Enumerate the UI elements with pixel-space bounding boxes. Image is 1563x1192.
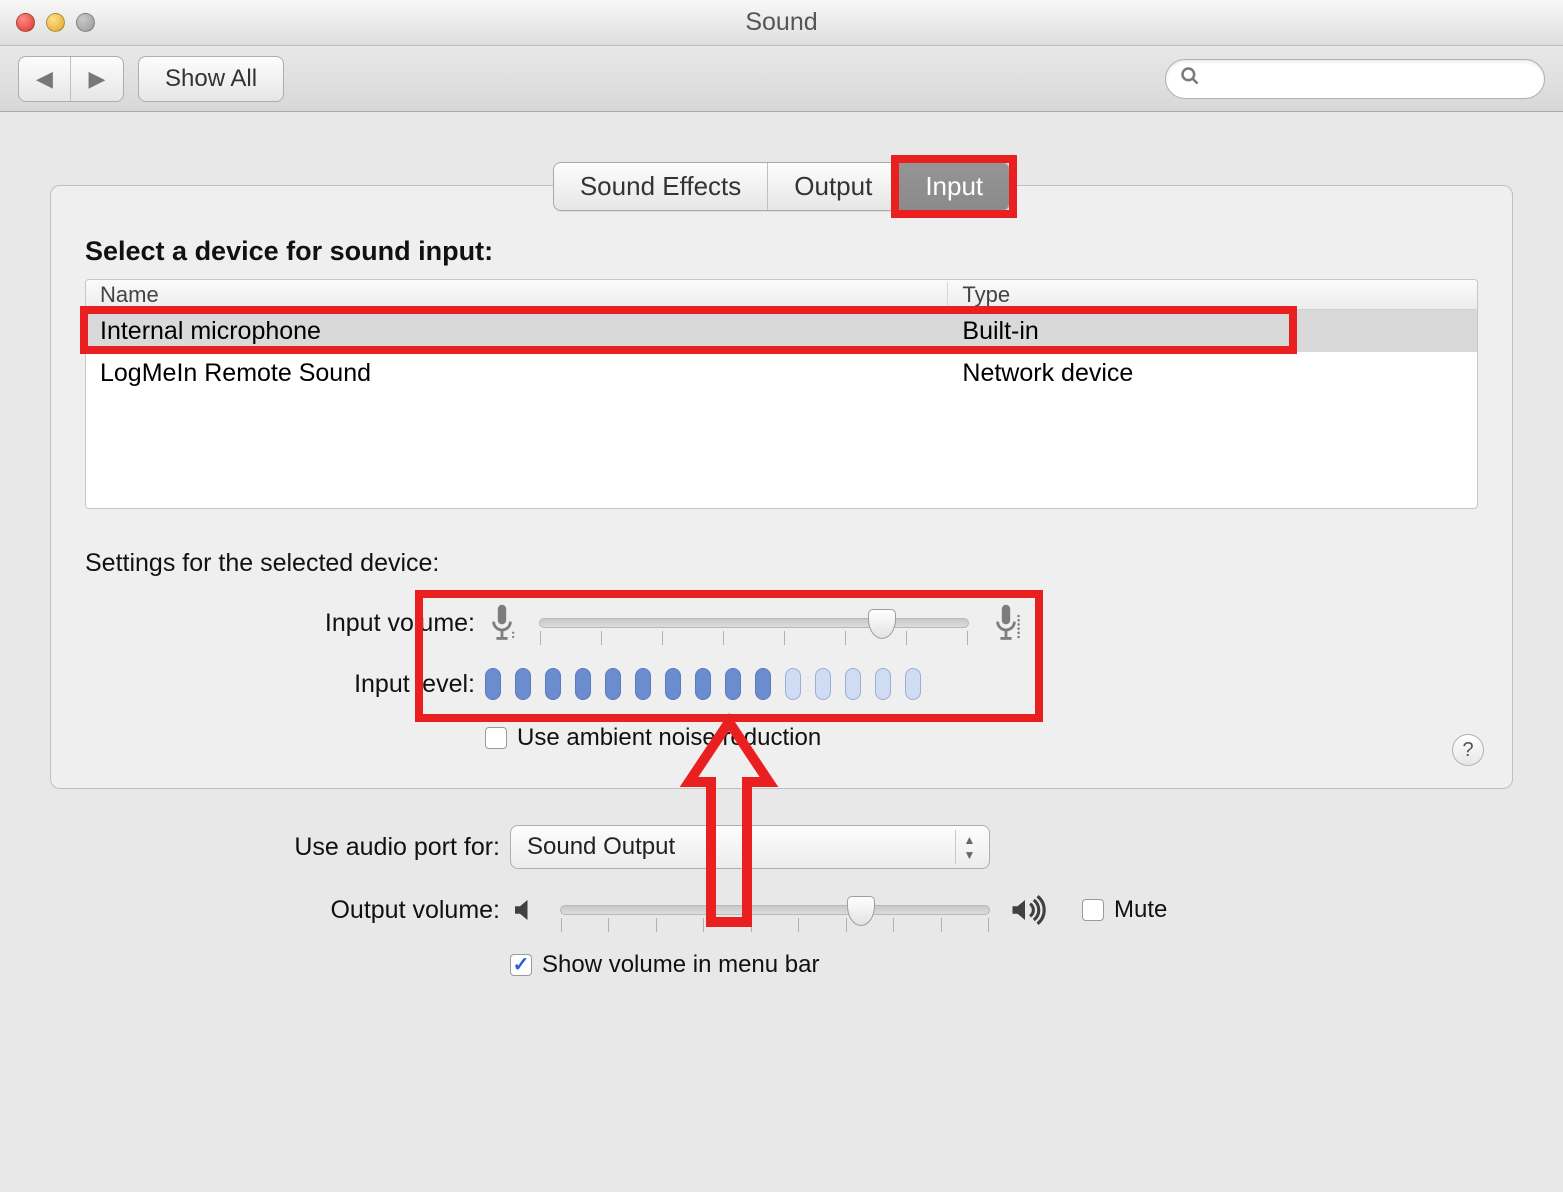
output-volume-label: Output volume: xyxy=(110,896,510,925)
nav-forward-button[interactable]: ▶ xyxy=(71,57,123,101)
checkbox-icon xyxy=(510,954,532,976)
ambient-noise-label: Use ambient noise reduction xyxy=(517,724,821,752)
settings-heading: Settings for the selected device: xyxy=(85,549,1478,578)
mute-label: Mute xyxy=(1114,896,1167,924)
device-name: Internal microphone xyxy=(86,317,948,346)
column-header-type[interactable]: Type xyxy=(948,282,1477,308)
nav-back-button[interactable]: ◀ xyxy=(19,57,71,101)
tab-sound-effects[interactable]: Sound Effects xyxy=(554,163,768,210)
level-segment-15 xyxy=(905,668,921,700)
ambient-noise-checkbox[interactable]: Use ambient noise reduction xyxy=(485,724,821,752)
window-title: Sound xyxy=(745,8,817,36)
input-level-label: Input level: xyxy=(85,670,485,699)
audio-port-select[interactable]: Sound Output ▲▼ xyxy=(510,825,990,869)
input-volume-slider[interactable] xyxy=(539,618,969,628)
level-segment-5 xyxy=(605,668,621,700)
level-segment-7 xyxy=(665,668,681,700)
microphone-low-icon xyxy=(485,602,519,644)
level-segment-8 xyxy=(695,668,711,700)
level-segment-4 xyxy=(575,668,591,700)
audio-port-value: Sound Output xyxy=(527,833,675,861)
device-type: Built-in xyxy=(948,317,1477,346)
level-segment-13 xyxy=(845,668,861,700)
show-all-button[interactable]: Show All xyxy=(138,56,284,102)
checkbox-icon xyxy=(485,727,507,749)
column-header-name[interactable]: Name xyxy=(86,282,948,308)
level-segment-10 xyxy=(755,668,771,700)
help-button[interactable]: ? xyxy=(1452,734,1484,766)
microphone-high-icon xyxy=(989,602,1023,644)
search-field[interactable] xyxy=(1165,59,1545,99)
speaker-low-icon xyxy=(510,895,540,925)
show-volume-menubar-label: Show volume in menu bar xyxy=(542,951,819,979)
level-segment-12 xyxy=(815,668,831,700)
level-segment-11 xyxy=(785,668,801,700)
level-segment-1 xyxy=(485,668,501,700)
input-volume-label: Input volume: xyxy=(85,609,485,638)
search-icon xyxy=(1180,66,1200,92)
select-device-heading: Select a device for sound input: xyxy=(85,236,1478,267)
level-segment-9 xyxy=(725,668,741,700)
audio-port-label: Use audio port for: xyxy=(110,833,510,862)
speaker-high-icon xyxy=(1010,893,1050,927)
tab-input[interactable]: Input xyxy=(899,163,1009,210)
show-volume-menubar-checkbox[interactable]: Show volume in menu bar xyxy=(510,951,819,979)
level-segment-3 xyxy=(545,668,561,700)
mute-checkbox[interactable]: Mute xyxy=(1082,896,1167,924)
level-segment-2 xyxy=(515,668,531,700)
output-volume-slider[interactable] xyxy=(560,905,990,915)
device-name: LogMeIn Remote Sound xyxy=(86,359,948,388)
search-input[interactable] xyxy=(1208,66,1530,91)
input-level-meter xyxy=(485,668,921,700)
select-caret-icon: ▲▼ xyxy=(955,830,983,864)
level-segment-14 xyxy=(875,668,891,700)
device-table: Name Type Internal microphoneBuilt-inLog… xyxy=(85,279,1478,509)
checkbox-icon xyxy=(1082,899,1104,921)
tab-output[interactable]: Output xyxy=(768,163,899,210)
show-all-label: Show All xyxy=(165,65,257,93)
nav-back-forward: ◀ ▶ xyxy=(18,56,124,102)
level-segment-6 xyxy=(635,668,651,700)
device-type: Network device xyxy=(948,359,1477,388)
device-row[interactable]: LogMeIn Remote SoundNetwork device xyxy=(86,352,1477,394)
device-row[interactable]: Internal microphoneBuilt-in xyxy=(86,310,1477,352)
